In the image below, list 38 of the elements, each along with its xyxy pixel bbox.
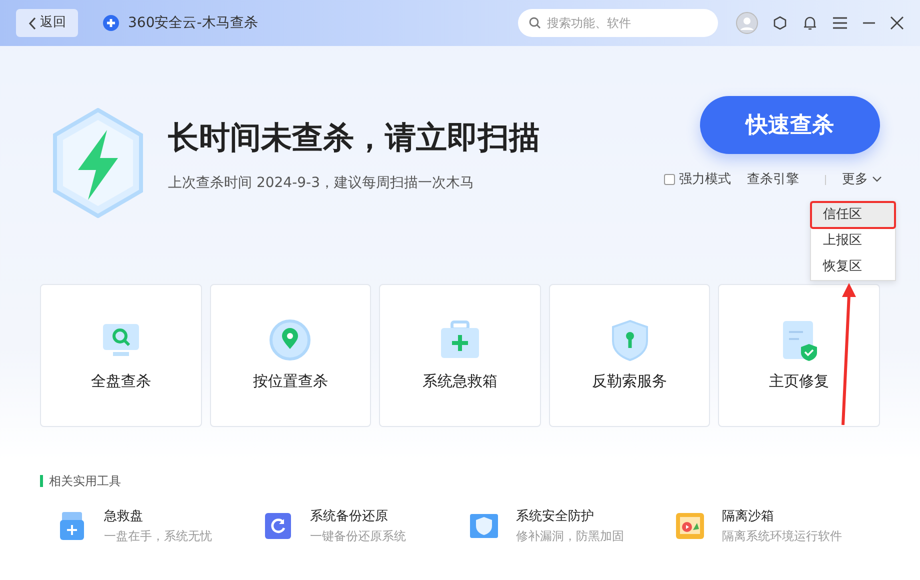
caret-icon [872, 176, 882, 184]
tool-name[interactable]: 隔离沙箱 [722, 507, 842, 526]
last-scan-info: 上次查杀时间 2024-9-3，建议每周扫描一次木马 [168, 174, 475, 194]
feature-label: 全盘查杀 [90, 371, 151, 392]
more-dropdown[interactable]: 更多 [842, 170, 882, 190]
feature-label: 反勒索服务 [592, 371, 668, 392]
tool-description: 隔离系统环境运行软件 [722, 528, 842, 544]
tool-name[interactable]: 系统备份还原 [310, 507, 406, 526]
menu-item[interactable]: 恢复区 [811, 254, 895, 280]
back-button[interactable]: 返回 [16, 9, 78, 37]
tool-description: 修补漏洞，防黑加固 [516, 528, 624, 544]
scan-prompt-title: 长时间未查杀，请立即扫描 [168, 120, 540, 158]
engine-link[interactable]: 查杀引擎 [747, 170, 799, 190]
menu-icon[interactable] [832, 16, 848, 30]
feature-card[interactable]: 按位置查杀 [210, 284, 372, 427]
search-field[interactable]: 搜索功能、软件 [518, 9, 718, 37]
feature-card[interactable]: 系统急救箱 [379, 284, 541, 427]
power-mode-checkbox[interactable]: 强力模式 [664, 170, 731, 190]
tool-description: 一盘在手，系统无忧 [104, 528, 212, 544]
tool-name[interactable]: 急救盘 [104, 507, 212, 526]
feature-card[interactable]: 反勒索服务 [548, 284, 710, 427]
feature-label: 主页修复 [769, 371, 830, 392]
tool-name[interactable]: 系统安全防护 [516, 507, 624, 526]
lightning-shield-icon [52, 108, 144, 218]
app-logo-icon [102, 14, 120, 32]
section-title: 相关实用工具 [40, 475, 880, 487]
hexagon-nodes-icon[interactable] [772, 15, 788, 31]
bell-icon[interactable] [802, 15, 818, 31]
feature-card[interactable]: 主页修复 [718, 284, 880, 427]
app-title: 360安全云-木马查杀 [128, 14, 258, 32]
tool-description: 一键备份还原系统 [310, 528, 406, 544]
close-icon[interactable] [890, 16, 904, 30]
menu-item[interactable]: 信任区 [811, 202, 895, 228]
menu-item[interactable]: 上报区 [811, 228, 895, 254]
feature-card[interactable]: 全盘查杀 [40, 284, 202, 427]
feature-label: 系统急救箱 [422, 371, 498, 392]
quick-scan-button[interactable]: 快速查杀 [700, 96, 880, 154]
feature-label: 按位置查杀 [252, 371, 328, 392]
